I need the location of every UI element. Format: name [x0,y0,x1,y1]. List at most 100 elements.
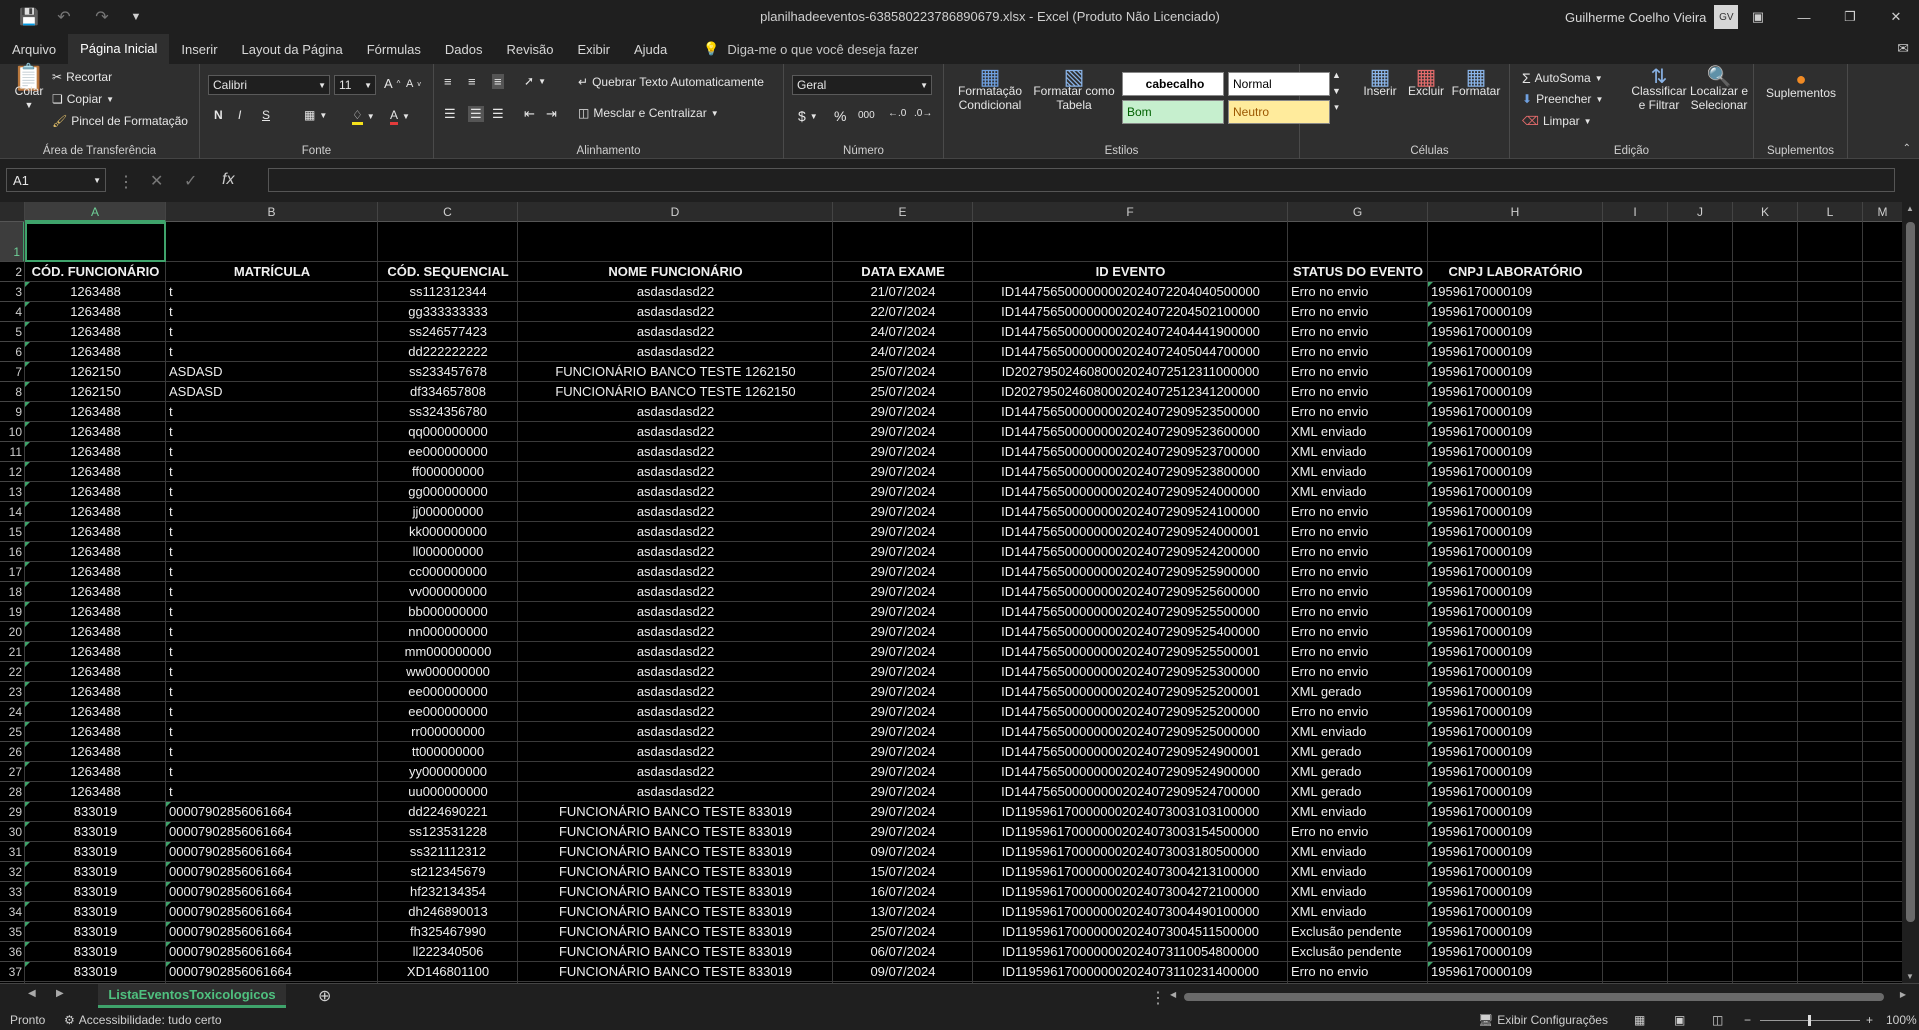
data-cell[interactable]: 833019 [25,922,166,942]
data-cell[interactable]: ID1447565000000002024072909525000000 [973,722,1288,742]
number-format-select[interactable]: Geral ▼ [792,75,932,95]
data-cell[interactable]: ss324356780 [378,402,518,422]
column-header-m[interactable]: M [1863,202,1902,222]
data-cell[interactable]: Erro no envio [1288,402,1428,422]
data-cell[interactable]: ID1195961700000002024073004511500000 [973,922,1288,942]
tab-exibir[interactable]: Exibir [565,34,622,64]
column-header-d[interactable]: D [518,202,833,222]
data-cell[interactable]: tt000000000 [378,742,518,762]
data-cell[interactable]: XML enviado [1288,482,1428,502]
data-cell[interactable]: 833019 [25,902,166,922]
data-cell[interactable]: asdasdasd22 [518,462,833,482]
data-cell[interactable]: 19596170000109 [1428,622,1603,642]
column-title-cell[interactable]: STATUS DO EVENTO [1288,262,1428,282]
data-cell[interactable]: 1263488 [25,762,166,782]
increase-indent-icon[interactable]: ⇥ [546,106,557,122]
data-cell[interactable]: 19596170000109 [1428,762,1603,782]
data-cell[interactable]: Erro no envio [1288,642,1428,662]
data-cell[interactable]: t [166,462,378,482]
data-cell[interactable]: ID1447565000000002024072909525200000 [973,702,1288,722]
grow-font-button[interactable]: A ^ [384,76,400,91]
data-cell[interactable]: 22/07/2024 [833,302,973,322]
scroll-right-icon[interactable]: ▶ [1900,990,1906,999]
row-header-17[interactable]: 17 [0,562,25,582]
data-cell[interactable]: 1262150 [25,382,166,402]
data-cell[interactable]: 19596170000109 [1428,322,1603,342]
data-cell[interactable]: 25/07/2024 [833,382,973,402]
share-icon[interactable]: ✉ [1897,40,1909,57]
data-cell[interactable]: 19596170000109 [1428,662,1603,682]
data-cell[interactable]: 19596170000109 [1428,822,1603,842]
data-cell[interactable]: ID1447565000000002024072909524900000 [973,762,1288,782]
align-left-icon[interactable]: ☰ [444,106,456,122]
align-bottom-icon[interactable]: ≡ [492,74,504,89]
add-sheet-icon[interactable]: ⊕ [318,986,331,1006]
align-top-icon[interactable]: ≡ [444,74,452,89]
data-cell[interactable]: 1263488 [25,462,166,482]
data-cell[interactable]: XML enviado [1288,882,1428,902]
data-cell[interactable]: fh325467990 [378,922,518,942]
data-cell[interactable]: 24/07/2024 [833,322,973,342]
increase-decimal-icon[interactable]: ←.0 [888,108,906,119]
column-header-b[interactable]: B [166,202,378,222]
data-cell[interactable]: FUNCIONÁRIO BANCO TESTE 833019 [518,882,833,902]
decrease-decimal-icon[interactable]: .0→ [914,108,932,119]
data-cell[interactable]: 29/07/2024 [833,662,973,682]
data-cell[interactable]: 29/07/2024 [833,602,973,622]
data-cell[interactable]: XML enviado [1288,722,1428,742]
page-layout-view-icon[interactable]: ▣ [1674,1010,1685,1030]
data-cell[interactable]: 833019 [25,962,166,982]
data-cell[interactable]: asdasdasd22 [518,542,833,562]
data-cell[interactable]: ss112312344 [378,282,518,302]
display-settings[interactable]: 🖥 Exibir Configurações [1478,1010,1608,1030]
fill-color-button[interactable]: ♢ ▼ [352,108,375,125]
data-cell[interactable]: 00007902856061664 [166,882,378,902]
data-cell[interactable]: dd224690221 [378,802,518,822]
data-cell[interactable]: 19596170000109 [1428,382,1603,402]
row-header-24[interactable]: 24 [0,702,25,722]
data-cell[interactable]: t [166,562,378,582]
data-cell[interactable]: 19596170000109 [1428,542,1603,562]
row-header-16[interactable]: 16 [0,542,25,562]
row-header-19[interactable]: 19 [0,602,25,622]
data-cell[interactable]: 1263488 [25,602,166,622]
data-cell[interactable]: 1263488 [25,282,166,302]
prev-sheet-icon[interactable]: ◀ [28,988,36,999]
data-cell[interactable]: ID1195961700000002024073004272100000 [973,882,1288,902]
data-cell[interactable]: 29/07/2024 [833,442,973,462]
data-cell[interactable]: FUNCIONÁRIO BANCO TESTE 833019 [518,902,833,922]
data-cell[interactable]: asdasdasd22 [518,762,833,782]
data-cell[interactable]: 29/07/2024 [833,822,973,842]
borders-button[interactable]: ▦ ▼ [304,108,327,122]
wrap-text-button[interactable]: ↵ Quebrar Texto Automaticamente [578,75,764,89]
data-cell[interactable]: 1263488 [25,642,166,662]
data-cell[interactable]: dh246890013 [378,902,518,922]
data-cell[interactable]: 15/07/2024 [833,862,973,882]
column-title-cell[interactable]: CNPJ LABORATÓRIO [1428,262,1603,282]
shrink-font-button[interactable]: Av [406,78,421,90]
data-cell[interactable]: gg000000000 [378,482,518,502]
data-cell[interactable]: 21/07/2024 [833,282,973,302]
data-cell[interactable]: Erro no envio [1288,302,1428,322]
data-cell[interactable]: XML enviado [1288,422,1428,442]
data-cell[interactable]: XML gerado [1288,682,1428,702]
data-cell[interactable]: 1263488 [25,322,166,342]
data-cell[interactable]: 29/07/2024 [833,542,973,562]
data-cell[interactable]: 19596170000109 [1428,422,1603,442]
data-cell[interactable]: 00007902856061664 [166,842,378,862]
data-cell[interactable]: 1263488 [25,502,166,522]
data-cell[interactable]: ss321112312 [378,842,518,862]
data-cell[interactable]: 19596170000109 [1428,742,1603,762]
format-cells-button[interactable]: ▦ Formatar [1450,66,1502,99]
row-header-14[interactable]: 14 [0,502,25,522]
data-cell[interactable]: ID1447565000000002024072909523500000 [973,402,1288,422]
data-cell[interactable]: 833019 [25,842,166,862]
data-cell[interactable]: ID1447565000000002024072909525500001 [973,642,1288,662]
data-cell[interactable]: 19596170000109 [1428,562,1603,582]
data-cell[interactable]: 19596170000109 [1428,722,1603,742]
data-cell[interactable]: asdasdasd22 [518,282,833,302]
data-cell[interactable]: ID1447565000000002024072404441900000 [973,322,1288,342]
data-cell[interactable]: ASDASD [166,382,378,402]
data-cell[interactable]: asdasdasd22 [518,742,833,762]
paste-button[interactable]: 📋 Colar ▼ [10,64,48,112]
